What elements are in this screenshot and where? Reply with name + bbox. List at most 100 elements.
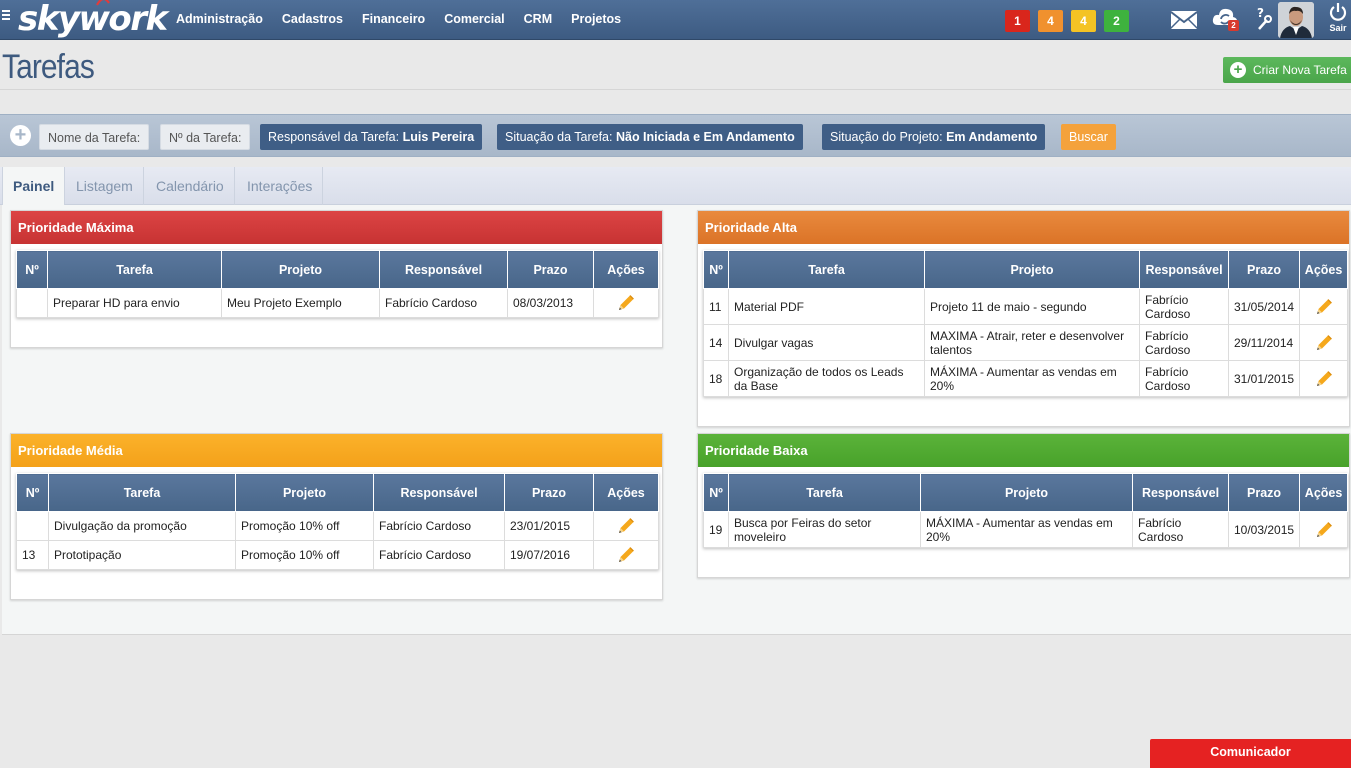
filter-responsavel[interactable]: Responsável da Tarefa: Luis Pereira bbox=[260, 124, 483, 150]
comunicador-button[interactable]: Comunicador bbox=[1150, 739, 1351, 768]
badge-yellow[interactable]: 4 bbox=[1071, 10, 1096, 32]
cloud-badge: 2 bbox=[1228, 20, 1239, 31]
filter-situacao-tarefa-value: Não Iniciada e Em Andamento bbox=[615, 130, 795, 144]
table-row[interactable]: 19 Busca por Feiras do setor moveleiro M… bbox=[703, 511, 1349, 548]
filter-situacao-tarefa[interactable]: Situação da Tarefa: Não Iniciada e Em An… bbox=[497, 124, 803, 150]
app-logo[interactable]: skywork bbox=[18, 0, 168, 40]
table-row[interactable]: 13 Prototipação Promoção 10% off Fabríci… bbox=[16, 540, 659, 570]
tab-calendario[interactable]: Calendário bbox=[146, 167, 235, 205]
add-filter-icon[interactable]: + bbox=[10, 125, 31, 146]
cell-num: 18 bbox=[703, 360, 729, 397]
cell-owner: Fabrício Cardoso bbox=[373, 540, 505, 570]
menu-icon[interactable] bbox=[2, 10, 10, 22]
plus-icon: + bbox=[1230, 62, 1246, 78]
cell-task[interactable]: Organização de todos os Leads da Base bbox=[728, 360, 925, 397]
panel-prioridade-maxima: Prioridade Máxima Nº Tarefa Projeto Resp… bbox=[10, 210, 663, 348]
edit-pencil-icon[interactable] bbox=[616, 516, 636, 536]
col-due: Prazo bbox=[1227, 473, 1301, 512]
cell-due: 31/05/2014 bbox=[1227, 288, 1301, 325]
logout-button[interactable]: Sair bbox=[1325, 2, 1351, 33]
svg-text:?: ? bbox=[1257, 6, 1264, 20]
cell-project: MÁXIMA - Aumentar as vendas em 20% bbox=[920, 511, 1133, 548]
edit-pencil-icon[interactable] bbox=[616, 545, 636, 565]
table-row[interactable]: Divulgação da promoção Promoção 10% off … bbox=[16, 511, 659, 541]
cell-num: 19 bbox=[703, 511, 729, 548]
cell-due: 08/03/2013 bbox=[507, 288, 594, 318]
filter-task-number[interactable]: Nº da Tarefa: bbox=[160, 124, 251, 150]
filter-task-name[interactable]: Nome da Tarefa: bbox=[39, 124, 150, 150]
user-avatar[interactable] bbox=[1278, 2, 1314, 38]
cell-num: 13 bbox=[16, 540, 49, 570]
col-project: Projeto bbox=[235, 473, 374, 512]
edit-pencil-icon[interactable] bbox=[1314, 297, 1334, 317]
cell-task[interactable]: Busca por Feiras do setor moveleiro bbox=[728, 511, 921, 548]
nav-administracao[interactable]: Administração bbox=[176, 0, 263, 40]
nav-financeiro[interactable]: Financeiro bbox=[362, 0, 425, 40]
edit-pencil-icon[interactable] bbox=[1314, 520, 1334, 540]
table-row[interactable]: 18 Organização de todos os Leads da Base… bbox=[703, 360, 1349, 397]
user-photo-icon bbox=[1278, 2, 1314, 38]
panel-title: Prioridade Baixa bbox=[698, 434, 1349, 467]
top-navbar: skywork Administração Cadastros Financei… bbox=[0, 0, 1351, 40]
nav-crm[interactable]: CRM bbox=[524, 0, 552, 40]
col-due: Prazo bbox=[507, 250, 594, 289]
cell-task[interactable]: Divulgar vagas bbox=[728, 324, 925, 361]
edit-pencil-icon[interactable] bbox=[616, 293, 636, 313]
cell-actions bbox=[1299, 288, 1349, 325]
cell-due: 10/03/2015 bbox=[1227, 511, 1301, 548]
panel-title: Prioridade Máxima bbox=[11, 211, 662, 244]
col-project: Projeto bbox=[924, 250, 1140, 289]
cell-project: Promoção 10% off bbox=[235, 511, 374, 541]
filter-situacao-tarefa-label: Situação da Tarefa: bbox=[505, 130, 613, 144]
filter-situacao-projeto-value: Em Andamento bbox=[946, 130, 1038, 144]
cell-task[interactable]: Prototipação bbox=[48, 540, 236, 570]
badge-orange[interactable]: 4 bbox=[1038, 10, 1063, 32]
col-task: Tarefa bbox=[48, 473, 236, 512]
cell-num: 14 bbox=[703, 324, 729, 361]
cell-owner: Fabrício Cardoso bbox=[379, 288, 508, 318]
col-task: Tarefa bbox=[728, 473, 921, 512]
col-task: Tarefa bbox=[47, 250, 222, 289]
cell-num bbox=[16, 511, 49, 541]
cell-owner: Fabrício Cardoso bbox=[373, 511, 505, 541]
mail-icon[interactable] bbox=[1170, 9, 1198, 31]
filter-responsavel-value: Luis Pereira bbox=[402, 130, 475, 144]
badge-green[interactable]: 2 bbox=[1104, 10, 1129, 32]
nav-comercial[interactable]: Comercial bbox=[444, 0, 504, 40]
cell-due: 29/11/2014 bbox=[1227, 324, 1301, 361]
col-project: Projeto bbox=[221, 250, 380, 289]
nav-cadastros[interactable]: Cadastros bbox=[282, 0, 343, 40]
edit-pencil-icon[interactable] bbox=[1314, 333, 1334, 353]
table-row[interactable]: 11 Material PDF Projeto 11 de maio - seg… bbox=[703, 288, 1349, 325]
panel-title: Prioridade Média bbox=[11, 434, 662, 467]
help-tools-icon[interactable]: ? bbox=[1254, 5, 1272, 35]
cell-owner: Fabrício Cardoso bbox=[1139, 324, 1229, 361]
filter-situacao-projeto[interactable]: Situação do Projeto: Em Andamento bbox=[822, 124, 1046, 150]
dashboard-panel: Prioridade Máxima Nº Tarefa Projeto Resp… bbox=[2, 205, 1351, 635]
col-project: Projeto bbox=[920, 473, 1133, 512]
cell-task[interactable]: Divulgação da promoção bbox=[48, 511, 236, 541]
tab-listagem[interactable]: Listagem bbox=[66, 167, 144, 205]
tab-interacoes[interactable]: Interações bbox=[237, 167, 324, 205]
panel-title: Prioridade Alta bbox=[698, 211, 1349, 244]
table-header-row: Nº Tarefa Projeto Responsável Prazo Açõe… bbox=[16, 473, 659, 512]
tab-painel[interactable]: Painel bbox=[2, 167, 66, 206]
cloud-sync-icon[interactable]: 2 bbox=[1212, 5, 1240, 33]
col-num: Nº bbox=[703, 250, 729, 289]
badge-red[interactable]: 1 bbox=[1005, 10, 1030, 32]
col-owner: Responsável bbox=[373, 473, 505, 512]
cell-project: Meu Projeto Exemplo bbox=[221, 288, 380, 318]
table-row[interactable]: Preparar HD para envio Meu Projeto Exemp… bbox=[16, 288, 659, 318]
cell-actions bbox=[1299, 324, 1349, 361]
view-tabs: Painel Listagem Calendário Interações bbox=[0, 167, 1351, 206]
cell-task[interactable]: Preparar HD para envio bbox=[47, 288, 222, 318]
filter-situacao-projeto-label: Situação do Projeto: bbox=[830, 130, 943, 144]
create-task-button[interactable]: + Criar Nova Tarefa bbox=[1223, 57, 1351, 83]
nav-projetos[interactable]: Projetos bbox=[571, 0, 621, 40]
cell-project: Promoção 10% off bbox=[235, 540, 374, 570]
search-button[interactable]: Buscar bbox=[1061, 124, 1116, 150]
table-row[interactable]: 14 Divulgar vagas MAXIMA - Atrair, reter… bbox=[703, 324, 1349, 361]
cell-task[interactable]: Material PDF bbox=[728, 288, 925, 325]
cell-due: 31/01/2015 bbox=[1227, 360, 1301, 397]
edit-pencil-icon[interactable] bbox=[1314, 369, 1334, 389]
